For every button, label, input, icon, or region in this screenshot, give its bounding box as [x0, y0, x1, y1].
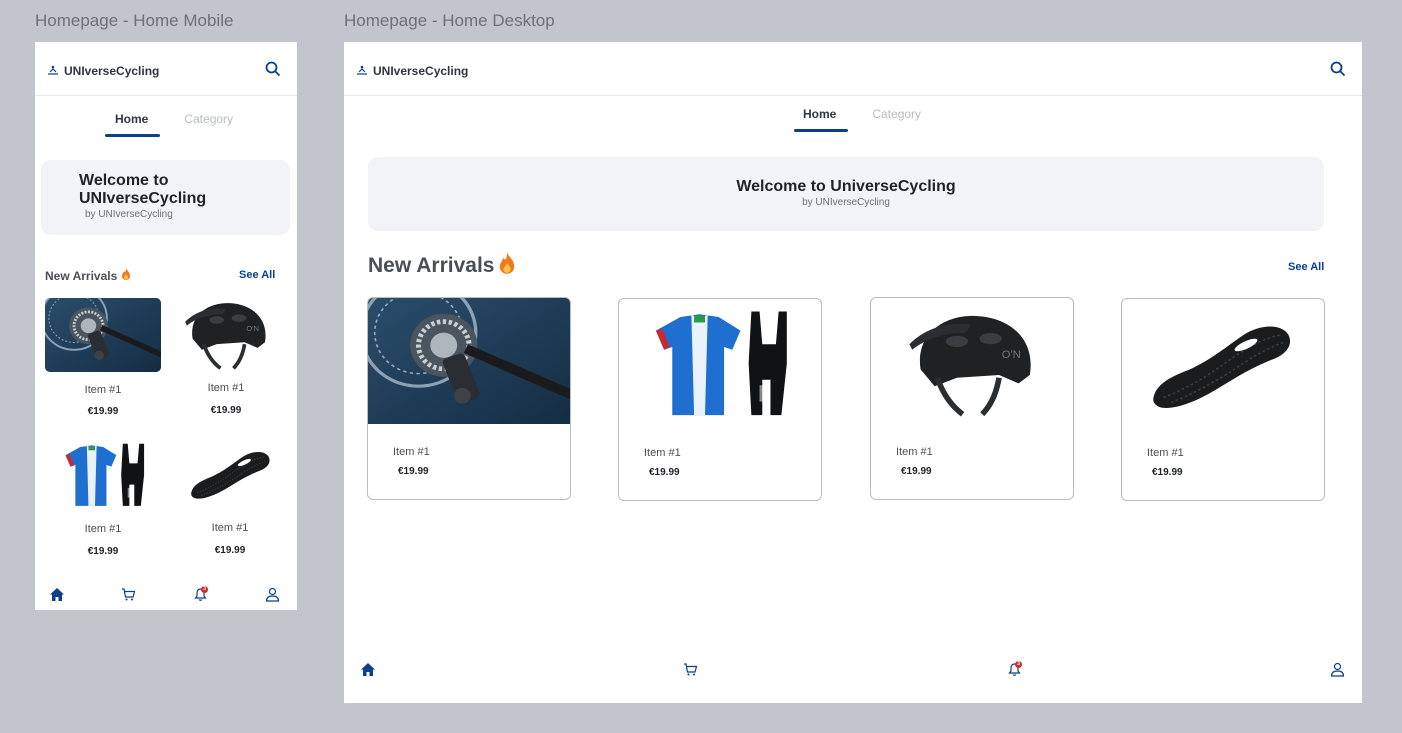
- home-icon: [50, 588, 64, 601]
- tab-home[interactable]: Home: [109, 112, 154, 126]
- mobile-tabs: Home Category: [109, 112, 239, 126]
- see-all-link[interactable]: See All: [239, 269, 275, 281]
- tab-active-indicator: [794, 129, 848, 132]
- product-price: €19.99: [901, 466, 932, 477]
- brand-logo[interactable]: UNIverseCycling: [356, 62, 468, 80]
- brand-name: UNIverseCycling: [373, 64, 469, 78]
- logo-icon: [356, 62, 368, 80]
- welcome-title: Welcome to UniverseCycling: [736, 178, 956, 195]
- product-name: Item #1: [393, 446, 430, 458]
- see-all-link[interactable]: See All: [1288, 261, 1324, 273]
- fire-icon: [121, 268, 131, 283]
- nav-notifications[interactable]: 3: [193, 586, 209, 603]
- product-price: €19.99: [87, 406, 119, 417]
- product-name: Item #1: [896, 446, 933, 458]
- new-arrivals-heading: New Arrivals: [45, 268, 131, 283]
- cart-icon: [122, 588, 136, 601]
- nav-profile[interactable]: [1330, 662, 1345, 682]
- user-icon: [265, 587, 280, 602]
- product-price: €19.99: [87, 546, 119, 557]
- welcome-subtitle: by UNIverseCycling: [85, 209, 173, 220]
- cart-icon: [684, 663, 698, 676]
- welcome-banner: Welcome to UniverseCycling by UNIverseCy…: [368, 157, 1324, 231]
- product-image-saddle: [1146, 299, 1296, 431]
- fire-icon: [498, 252, 516, 280]
- tab-category[interactable]: Category: [178, 112, 239, 126]
- new-arrivals-heading: New Arrivals: [368, 252, 516, 280]
- search-icon: [1330, 61, 1346, 77]
- welcome-title: Welcome to UNIverseCycling: [79, 172, 207, 207]
- product-price: €19.99: [1152, 467, 1183, 478]
- product-image-saddle[interactable]: [187, 436, 273, 512]
- product-image-helmet[interactable]: [178, 294, 274, 372]
- product-name: Item #1: [211, 522, 249, 534]
- nav-profile[interactable]: [265, 587, 280, 607]
- product-card[interactable]: Item #1 €19.99: [367, 297, 571, 500]
- home-icon: [361, 663, 375, 676]
- product-card[interactable]: Item #1 €19.99: [618, 298, 822, 501]
- search-icon: [265, 61, 281, 77]
- desktop-header: UNIverseCycling: [344, 42, 1362, 96]
- tab-category[interactable]: Category: [866, 107, 927, 121]
- product-name: Item #1: [84, 523, 122, 535]
- product-card[interactable]: Item #1 €19.99: [870, 297, 1074, 500]
- brand-logo[interactable]: UNIverseCycling: [47, 62, 159, 80]
- welcome-banner: Welcome to UNIverseCycling by UNIverseCy…: [41, 160, 290, 235]
- product-price: €19.99: [214, 545, 246, 556]
- mobile-header: UNIverseCycling: [35, 42, 297, 96]
- product-price: €19.99: [398, 466, 429, 477]
- product-price: €19.99: [210, 405, 242, 416]
- product-price: €19.99: [649, 467, 680, 478]
- nav-cart[interactable]: [121, 587, 136, 607]
- product-name: Item #1: [84, 384, 122, 396]
- product-name: Item #1: [207, 382, 245, 394]
- product-image-gears[interactable]: [45, 298, 161, 372]
- nav-home[interactable]: [360, 662, 376, 682]
- nav-home[interactable]: [49, 587, 65, 607]
- brand-name: UNIverseCycling: [64, 64, 160, 78]
- notification-badge: 3: [1015, 661, 1022, 668]
- product-card[interactable]: Item #1 €19.99: [1121, 298, 1325, 501]
- welcome-subtitle: by UNIverseCycling: [802, 197, 890, 208]
- user-icon: [1330, 662, 1345, 677]
- tab-active-indicator: [105, 134, 160, 137]
- desktop-frame: UNIverseCycling Home Category Welcome to…: [344, 42, 1362, 703]
- nav-cart[interactable]: [683, 662, 698, 682]
- tab-home[interactable]: Home: [797, 107, 842, 121]
- product-name: Item #1: [644, 447, 681, 459]
- mobile-frame: UNIverseCycling Home Category Welcome to…: [35, 42, 297, 610]
- nav-notifications[interactable]: 3: [1007, 661, 1023, 678]
- product-image-kit: [645, 299, 795, 425]
- desktop-frame-title: Homepage - Home Desktop: [344, 11, 555, 30]
- new-arrivals-label: New Arrivals: [368, 254, 495, 277]
- new-arrivals-label: New Arrivals: [45, 268, 118, 283]
- search-button[interactable]: [265, 61, 281, 77]
- product-image-gears: [368, 298, 570, 424]
- logo-icon: [47, 62, 59, 80]
- desktop-tabs: Home Category: [797, 107, 927, 121]
- product-image-kit[interactable]: [59, 436, 149, 512]
- mobile-frame-title: Homepage - Home Mobile: [35, 11, 234, 30]
- product-name: Item #1: [1147, 447, 1184, 459]
- search-button[interactable]: [1330, 61, 1346, 77]
- notification-badge: 3: [201, 586, 208, 593]
- product-image-helmet: [901, 298, 1041, 424]
